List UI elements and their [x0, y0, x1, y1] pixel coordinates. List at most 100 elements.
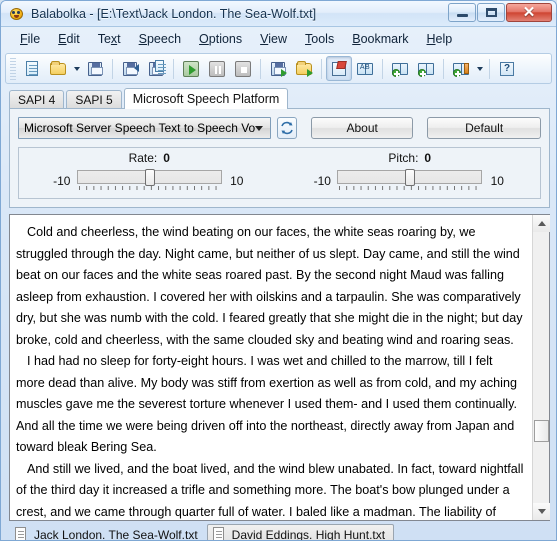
refresh-voices-button[interactable]	[277, 117, 298, 139]
save-file-button[interactable]	[82, 56, 108, 81]
sliders-group: Rate: 0 -10 10 Pitch: 0 -10 10	[18, 147, 541, 199]
menu-item-tools[interactable]: Tools	[296, 30, 343, 48]
bookmark-manager-button[interactable]	[448, 56, 474, 81]
stop-button[interactable]	[230, 56, 256, 81]
menu-item-view[interactable]: View	[251, 30, 296, 48]
chevron-down-icon	[255, 125, 263, 131]
editor-paragraph: I had had no sleep for forty-eight hours…	[16, 354, 517, 454]
add-bookmark-button[interactable]	[387, 56, 413, 81]
pause-button[interactable]	[204, 56, 230, 81]
rate-value: 0	[163, 151, 170, 165]
pitch-slider[interactable]	[337, 169, 483, 193]
maximize-icon	[485, 8, 497, 17]
menu-item-edit[interactable]: Edit	[49, 30, 89, 48]
maximize-button[interactable]	[477, 3, 505, 22]
goto-bookmark-icon	[417, 60, 435, 78]
save-audio-split-icon	[147, 59, 166, 78]
open-folder-icon	[49, 60, 67, 78]
pitch-min-label: -10	[313, 174, 331, 188]
menu-bar: File Edit Text Speech Options View Tools…	[1, 27, 556, 51]
toolbar-grip[interactable]	[10, 57, 16, 80]
document-icon	[15, 527, 28, 540]
rate-slider[interactable]	[76, 169, 222, 193]
pitch-slider-thumb[interactable]	[405, 169, 416, 186]
tab-microsoft-speech-platform[interactable]: Microsoft Speech Platform	[123, 88, 289, 109]
title-bar: Balabolka - [E:\Text\Jack London. The Se…	[1, 1, 556, 27]
vertical-scrollbar[interactable]	[532, 215, 550, 520]
bookmark-manager-icon	[452, 60, 470, 78]
save-audio-file-button[interactable]	[117, 56, 143, 81]
text-editor-content[interactable]: Cold and cheerless, the wind beating on …	[10, 215, 532, 520]
voice-select-value: Microsoft Server Speech Text to Speech V…	[24, 121, 255, 135]
toolbar-separator	[173, 58, 174, 79]
tab-sapi-5[interactable]: SAPI 5	[66, 90, 122, 108]
rate-slider-block: Rate: 0 -10 10	[19, 148, 280, 198]
rate-slider-thumb[interactable]	[144, 169, 155, 186]
open-file-button[interactable]	[45, 56, 71, 81]
menu-item-speech[interactable]: Speech	[130, 30, 190, 48]
scroll-up-button[interactable]	[533, 215, 550, 232]
batch-folder-button[interactable]	[291, 56, 317, 81]
save-audio-split-button[interactable]	[143, 56, 169, 81]
scrollbar-thumb[interactable]	[534, 420, 549, 442]
toolbar: AB ?	[5, 53, 552, 84]
voice-row: Microsoft Server Speech Text to Speech V…	[18, 117, 542, 139]
menu-item-file[interactable]: File	[11, 30, 49, 48]
menu-item-options[interactable]: Options	[190, 30, 251, 48]
minimize-button[interactable]	[448, 3, 476, 22]
text-editor[interactable]: Cold and cheerless, the wind beating on …	[9, 214, 550, 521]
rate-slider-ticks	[78, 186, 220, 191]
editor-paragraph: Cold and cheerless, the wind beating on …	[16, 225, 523, 347]
pitch-slider-ticks	[339, 186, 481, 191]
edit-notepad-icon	[330, 60, 348, 78]
bookmark-dropdown-button[interactable]	[474, 56, 485, 81]
toolbar-separator	[443, 58, 444, 79]
new-document-icon	[23, 60, 41, 78]
refresh-icon	[281, 121, 293, 135]
editor-paragraph: And still we lived, and the boat lived, …	[16, 461, 524, 519]
spell-check-button[interactable]: AB	[352, 56, 378, 81]
application-window: Balabolka - [E:\Text\Jack London. The Se…	[0, 0, 557, 541]
batch-convert-button[interactable]	[265, 56, 291, 81]
menu-item-bookmark[interactable]: Bookmark	[343, 30, 417, 48]
document-icon	[212, 527, 226, 540]
play-icon	[182, 60, 200, 78]
add-bookmark-icon	[391, 60, 409, 78]
minimize-icon	[456, 14, 468, 17]
menu-item-text[interactable]: Text	[89, 30, 130, 48]
menu-item-help[interactable]: Help	[418, 30, 462, 48]
toolbar-separator	[260, 58, 261, 79]
document-tab-high-hunt[interactable]: David Eddings. High Hunt.txt	[206, 524, 395, 540]
pitch-max-label: 10	[490, 174, 504, 188]
balabolka-face-icon	[9, 6, 25, 22]
pitch-caption: Pitch: 0	[388, 151, 431, 165]
pause-icon	[208, 60, 226, 78]
voice-select[interactable]: Microsoft Server Speech Text to Speech V…	[18, 117, 271, 139]
help-button[interactable]: ?	[494, 56, 520, 81]
open-file-dropdown-button[interactable]	[71, 56, 82, 81]
new-document-button[interactable]	[19, 56, 45, 81]
scroll-down-button[interactable]	[533, 503, 550, 520]
document-tab-label: Jack London. The Sea-Wolf.txt	[34, 527, 198, 541]
toolbar-separator	[489, 58, 490, 79]
chevron-down-icon	[73, 66, 80, 71]
engine-tab-strip: SAPI 4 SAPI 5 Microsoft Speech Platform	[9, 88, 550, 109]
default-button[interactable]: Default	[427, 117, 542, 139]
pitch-slider-row: -10 10	[280, 169, 541, 193]
document-tab-sea-wolf[interactable]: Jack London. The Sea-Wolf.txt	[9, 524, 207, 541]
rate-slider-row: -10 10	[19, 169, 280, 193]
pitch-value: 0	[424, 151, 432, 165]
play-button[interactable]	[178, 56, 204, 81]
close-button[interactable]: ✕	[506, 3, 552, 22]
goto-bookmark-button[interactable]	[413, 56, 439, 81]
help-icon: ?	[498, 60, 516, 78]
document-tab-strip: Jack London. The Sea-Wolf.txt David Eddi…	[9, 524, 550, 541]
pitch-label: Pitch:	[388, 151, 419, 165]
scroll-down-arrow-icon	[537, 509, 546, 514]
about-button[interactable]: About	[311, 117, 414, 139]
edit-notepad-button[interactable]	[326, 56, 352, 81]
chevron-down-icon	[476, 66, 483, 71]
tab-sapi-4[interactable]: SAPI 4	[9, 90, 65, 108]
save-audio-file-icon	[121, 60, 139, 78]
rate-max-label: 10	[230, 174, 244, 188]
